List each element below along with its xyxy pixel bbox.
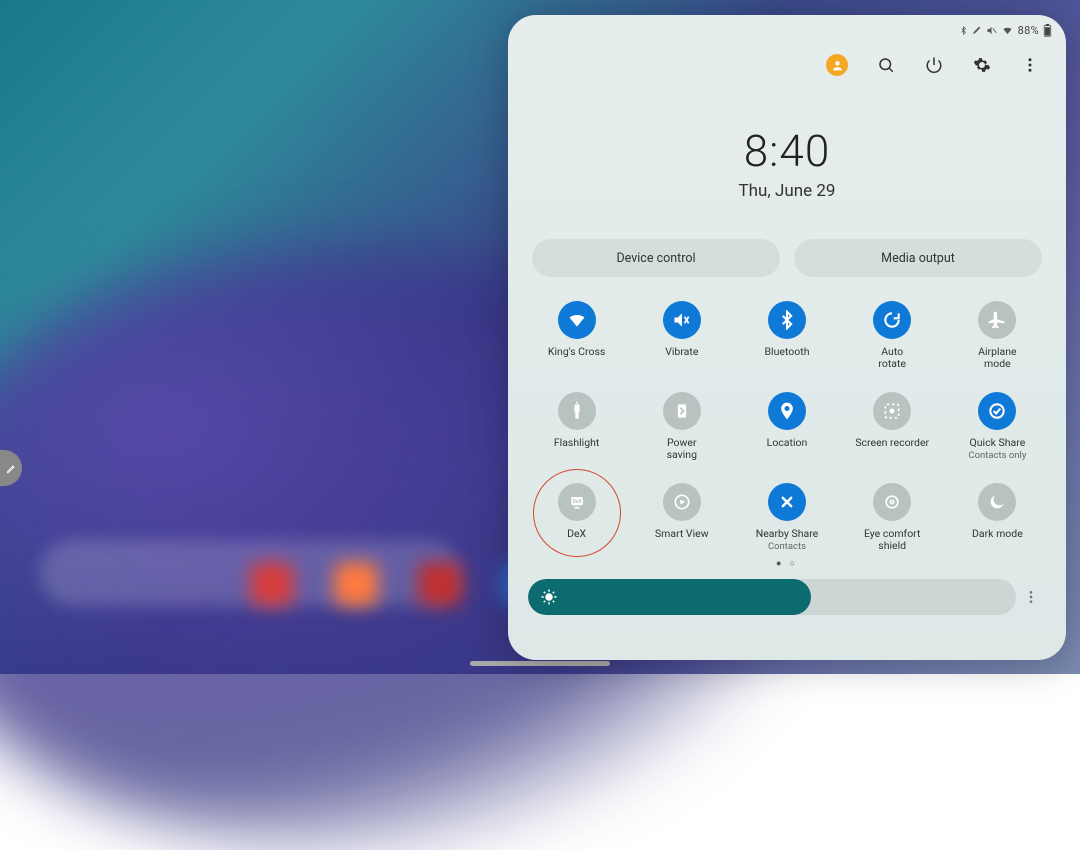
tile-eyecomfort[interactable]: A Eye comfortshield [840,483,945,552]
tile-label: King's Cross [548,346,605,358]
clock-time: 8:40 [508,125,1066,177]
tile-label: Smart View [655,528,709,540]
pin-icon [768,392,806,430]
tile-autorotate[interactable]: Autorotate [840,301,945,370]
brightness-slider[interactable] [528,579,1016,615]
tile-label: Vibrate [665,346,698,358]
stylus-status-icon [972,25,982,35]
status-bar: 88% [508,15,1066,39]
tile-wifi[interactable]: King's Cross [524,301,629,370]
tile-label: Location [767,437,808,449]
cast-icon [663,483,701,521]
tile-airplane[interactable]: Airplanemode [945,301,1050,370]
device-control-button[interactable]: Device control [532,239,780,277]
rotate-icon [873,301,911,339]
highlight-ring [533,469,621,557]
power-button[interactable] [924,55,944,75]
tile-label: Autorotate [878,346,906,370]
tile-label: Flashlight [554,437,600,449]
tile-vibrate[interactable]: Vibrate [629,301,734,370]
more-button[interactable] [1020,55,1040,75]
tile-label: Quick Share [970,437,1026,449]
wifi-icon [558,301,596,339]
nearby-icon [768,483,806,521]
tile-label: Airplanemode [978,346,1017,370]
bluetooth-status-icon [959,25,968,36]
tile-label: Screen recorder [855,437,929,449]
quickshare-icon [978,392,1016,430]
svg-text:A: A [891,501,894,506]
tile-powersaving[interactable]: Powersaving [629,392,734,461]
moon-icon [978,483,1016,521]
mute-status-icon [986,25,997,36]
torch-icon [558,392,596,430]
tile-sublabel: Contacts only [968,450,1026,461]
device-control-label: Device control [616,251,695,266]
tile-screenrecorder[interactable]: Screen recorder [840,392,945,461]
tile-darkmode[interactable]: Dark mode [945,483,1050,552]
brightness-icon [540,588,558,606]
brightness-row [528,579,1046,615]
tile-dex[interactable]: DeXDeX [524,483,629,552]
tile-nearbyshare[interactable]: Nearby ShareContacts [734,483,839,552]
wifi-status-icon [1001,25,1014,36]
user-avatar-button[interactable] [826,54,848,76]
brightness-more-button[interactable] [1016,589,1046,605]
page-indicator[interactable]: ● ○ [508,558,1066,569]
tile-smartview[interactable]: Smart View [629,483,734,552]
nav-handle[interactable] [470,661,610,666]
tile-label: Eye comfortshield [864,528,921,552]
panel-top-actions [508,45,1066,85]
tile-quickshare[interactable]: Quick ShareContacts only [945,392,1050,461]
tile-flashlight[interactable]: Flashlight [524,392,629,461]
leaf-icon [663,392,701,430]
tile-label: Dark mode [972,528,1023,540]
tile-label: Bluetooth [765,346,810,358]
search-button[interactable] [876,55,896,75]
tile-sublabel: Contacts [768,541,806,552]
record-icon [873,392,911,430]
battery-percentage: 88% [1018,24,1039,37]
tile-location[interactable]: Location [734,392,839,461]
tile-grid: King's Cross Vibrate Bluetooth Autorotate Ai… [508,301,1066,552]
media-output-button[interactable]: Media output [794,239,1042,277]
media-output-label: Media output [881,251,955,266]
quick-settings-panel: 88% 8:40 Thu, June 29 Device control Med… [508,15,1066,660]
clock-date: Thu, June 29 [508,181,1066,201]
clock-block: 8:40 Thu, June 29 [508,125,1066,201]
vibrate-icon [663,301,701,339]
tile-bluetooth[interactable]: Bluetooth [734,301,839,370]
settings-button[interactable] [972,55,992,75]
eye-icon: A [873,483,911,521]
bluetooth-icon [768,301,806,339]
plane-icon [978,301,1016,339]
battery-icon [1043,24,1052,37]
tile-label: Powersaving [667,437,697,461]
tile-label: Nearby Share [756,528,819,540]
